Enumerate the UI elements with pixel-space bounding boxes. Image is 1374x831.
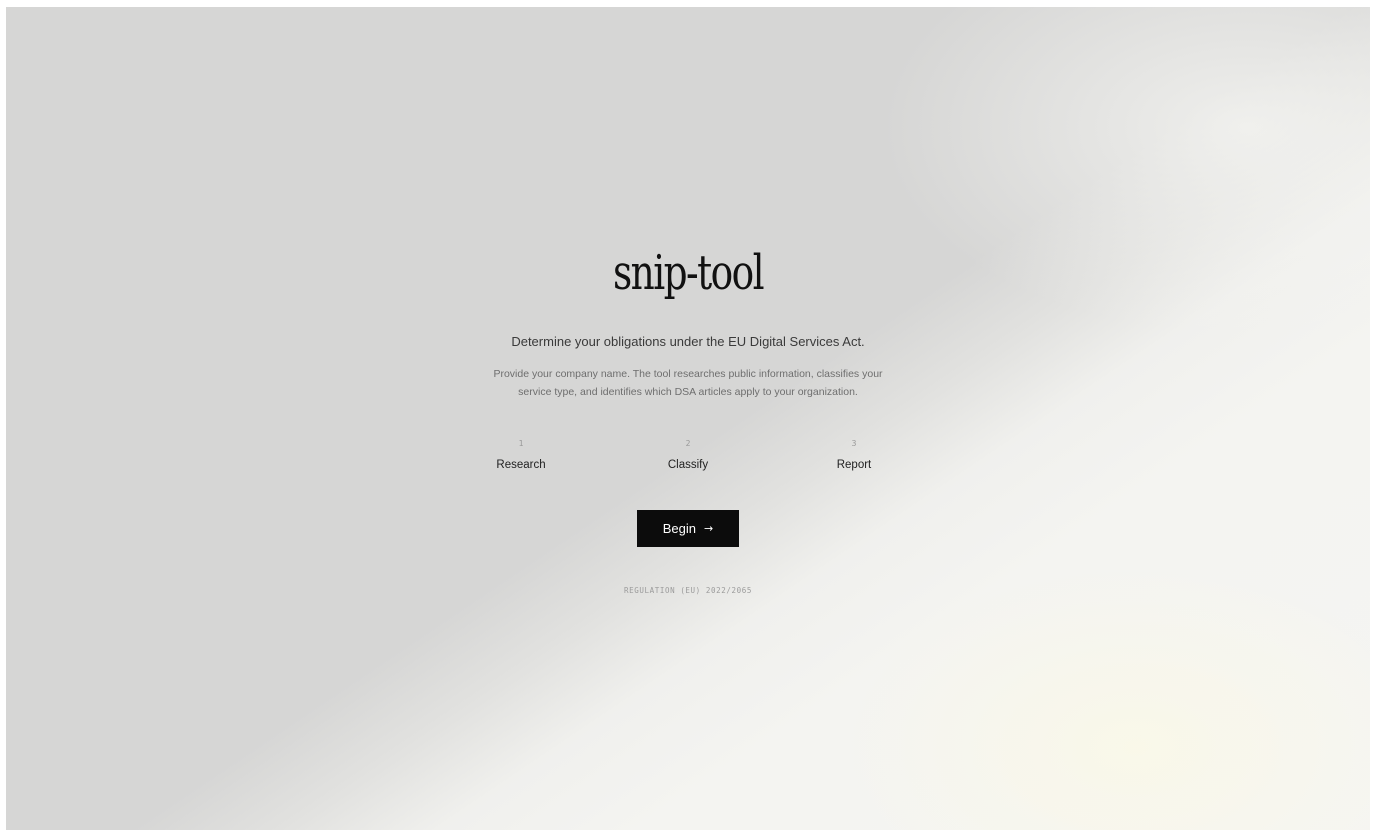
begin-button-label: Begin	[662, 521, 697, 536]
step-label: Research	[496, 459, 546, 471]
step-label: Report	[836, 459, 872, 471]
landing-content: snip-tool Determine your obligations und…	[6, 7, 1370, 830]
step-research: 1 Research	[461, 437, 581, 473]
step-label: Classify	[667, 459, 709, 471]
step-classify: 2 Classify	[628, 437, 748, 473]
step-number: 3	[851, 439, 857, 448]
app-window: snip-tool Determine your obligations und…	[6, 7, 1370, 830]
regulation-footnote: REGULATION (EU) 2022/2065	[624, 586, 752, 595]
step-number: 2	[685, 439, 691, 448]
app-title: snip-tool	[613, 245, 765, 301]
step-report: 3 Report	[794, 437, 914, 473]
app-description: Provide your company name. The tool rese…	[493, 368, 883, 398]
arrow-right-icon: →	[704, 522, 714, 535]
begin-button[interactable]: Begin →	[637, 510, 739, 547]
app-subtitle: Determine your obligations under the EU …	[511, 334, 865, 349]
step-number: 1	[518, 439, 524, 448]
